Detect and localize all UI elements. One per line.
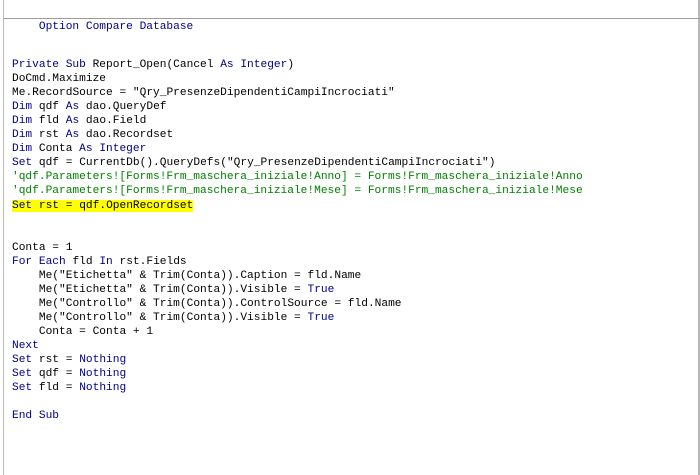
code-line[interactable]: Private Sub Report_Open(Cancel As Intege… [12,58,583,72]
code-line[interactable]: Me("Controllo" & Trim(Conta)).Visible = … [12,311,583,325]
code-line[interactable]: Conta = 1 [12,241,583,255]
code-line[interactable]: Me.RecordSource = "Qry_PresenzeDipendent… [12,86,583,100]
code-line[interactable] [12,213,583,227]
code-line[interactable] [12,395,583,409]
comment-text: 'qdf.Parameters![Forms!Frm_maschera_iniz… [12,171,583,184]
code-line[interactable] [12,44,583,58]
code-line[interactable]: Dim Conta As Integer [12,142,583,156]
option-compare-statement: Option Compare Database [38,21,194,33]
code-line[interactable]: 'qdf.Parameters![Forms!Frm_maschera_iniz… [12,170,583,184]
comment-text: 'qdf.Parameters![Forms!Frm_maschera_iniz… [12,185,583,198]
code-line[interactable]: Dim rst As dao.Recordset [12,128,583,142]
code-line[interactable]: Set qdf = Nothing [12,367,583,381]
code-body[interactable]: Private Sub Report_Open(Cancel As Intege… [12,44,583,423]
code-line[interactable]: Me("Etichetta" & Trim(Conta)).Caption = … [12,269,583,283]
code-line[interactable]: Dim qdf As dao.QueryDef [12,100,583,114]
code-line[interactable]: Set qdf = CurrentDb().QueryDefs("Qry_Pre… [12,156,583,170]
code-line[interactable]: Set rst = qdf.OpenRecordset [12,199,583,213]
code-line[interactable]: Dim fld As dao.Field [12,114,583,128]
code-line[interactable]: Next [12,339,583,353]
code-line[interactable]: Me("Controllo" & Trim(Conta)).ControlSou… [12,297,583,311]
code-line[interactable]: Set rst = Nothing [12,353,583,367]
vba-code-window[interactable]: Option Compare Database Private Sub Repo… [0,0,700,475]
code-line[interactable]: End Sub [12,409,583,423]
code-line[interactable] [12,227,583,241]
execution-highlight: Set rst = qdf.OpenRecordset [12,199,194,212]
margin-indicator-bar [3,0,4,475]
code-line[interactable]: DoCmd.Maximize [12,72,583,86]
code-line[interactable]: Conta = Conta + 1 [12,325,583,339]
code-line[interactable]: For Each fld In rst.Fields [12,255,583,269]
declarations-section[interactable]: Option Compare Database [4,0,700,33]
code-line[interactable]: Me("Etichetta" & Trim(Conta)).Visible = … [12,283,583,297]
code-line[interactable]: 'qdf.Parameters![Forms!Frm_maschera_iniz… [12,184,583,198]
code-line[interactable]: Set fld = Nothing [12,381,583,395]
